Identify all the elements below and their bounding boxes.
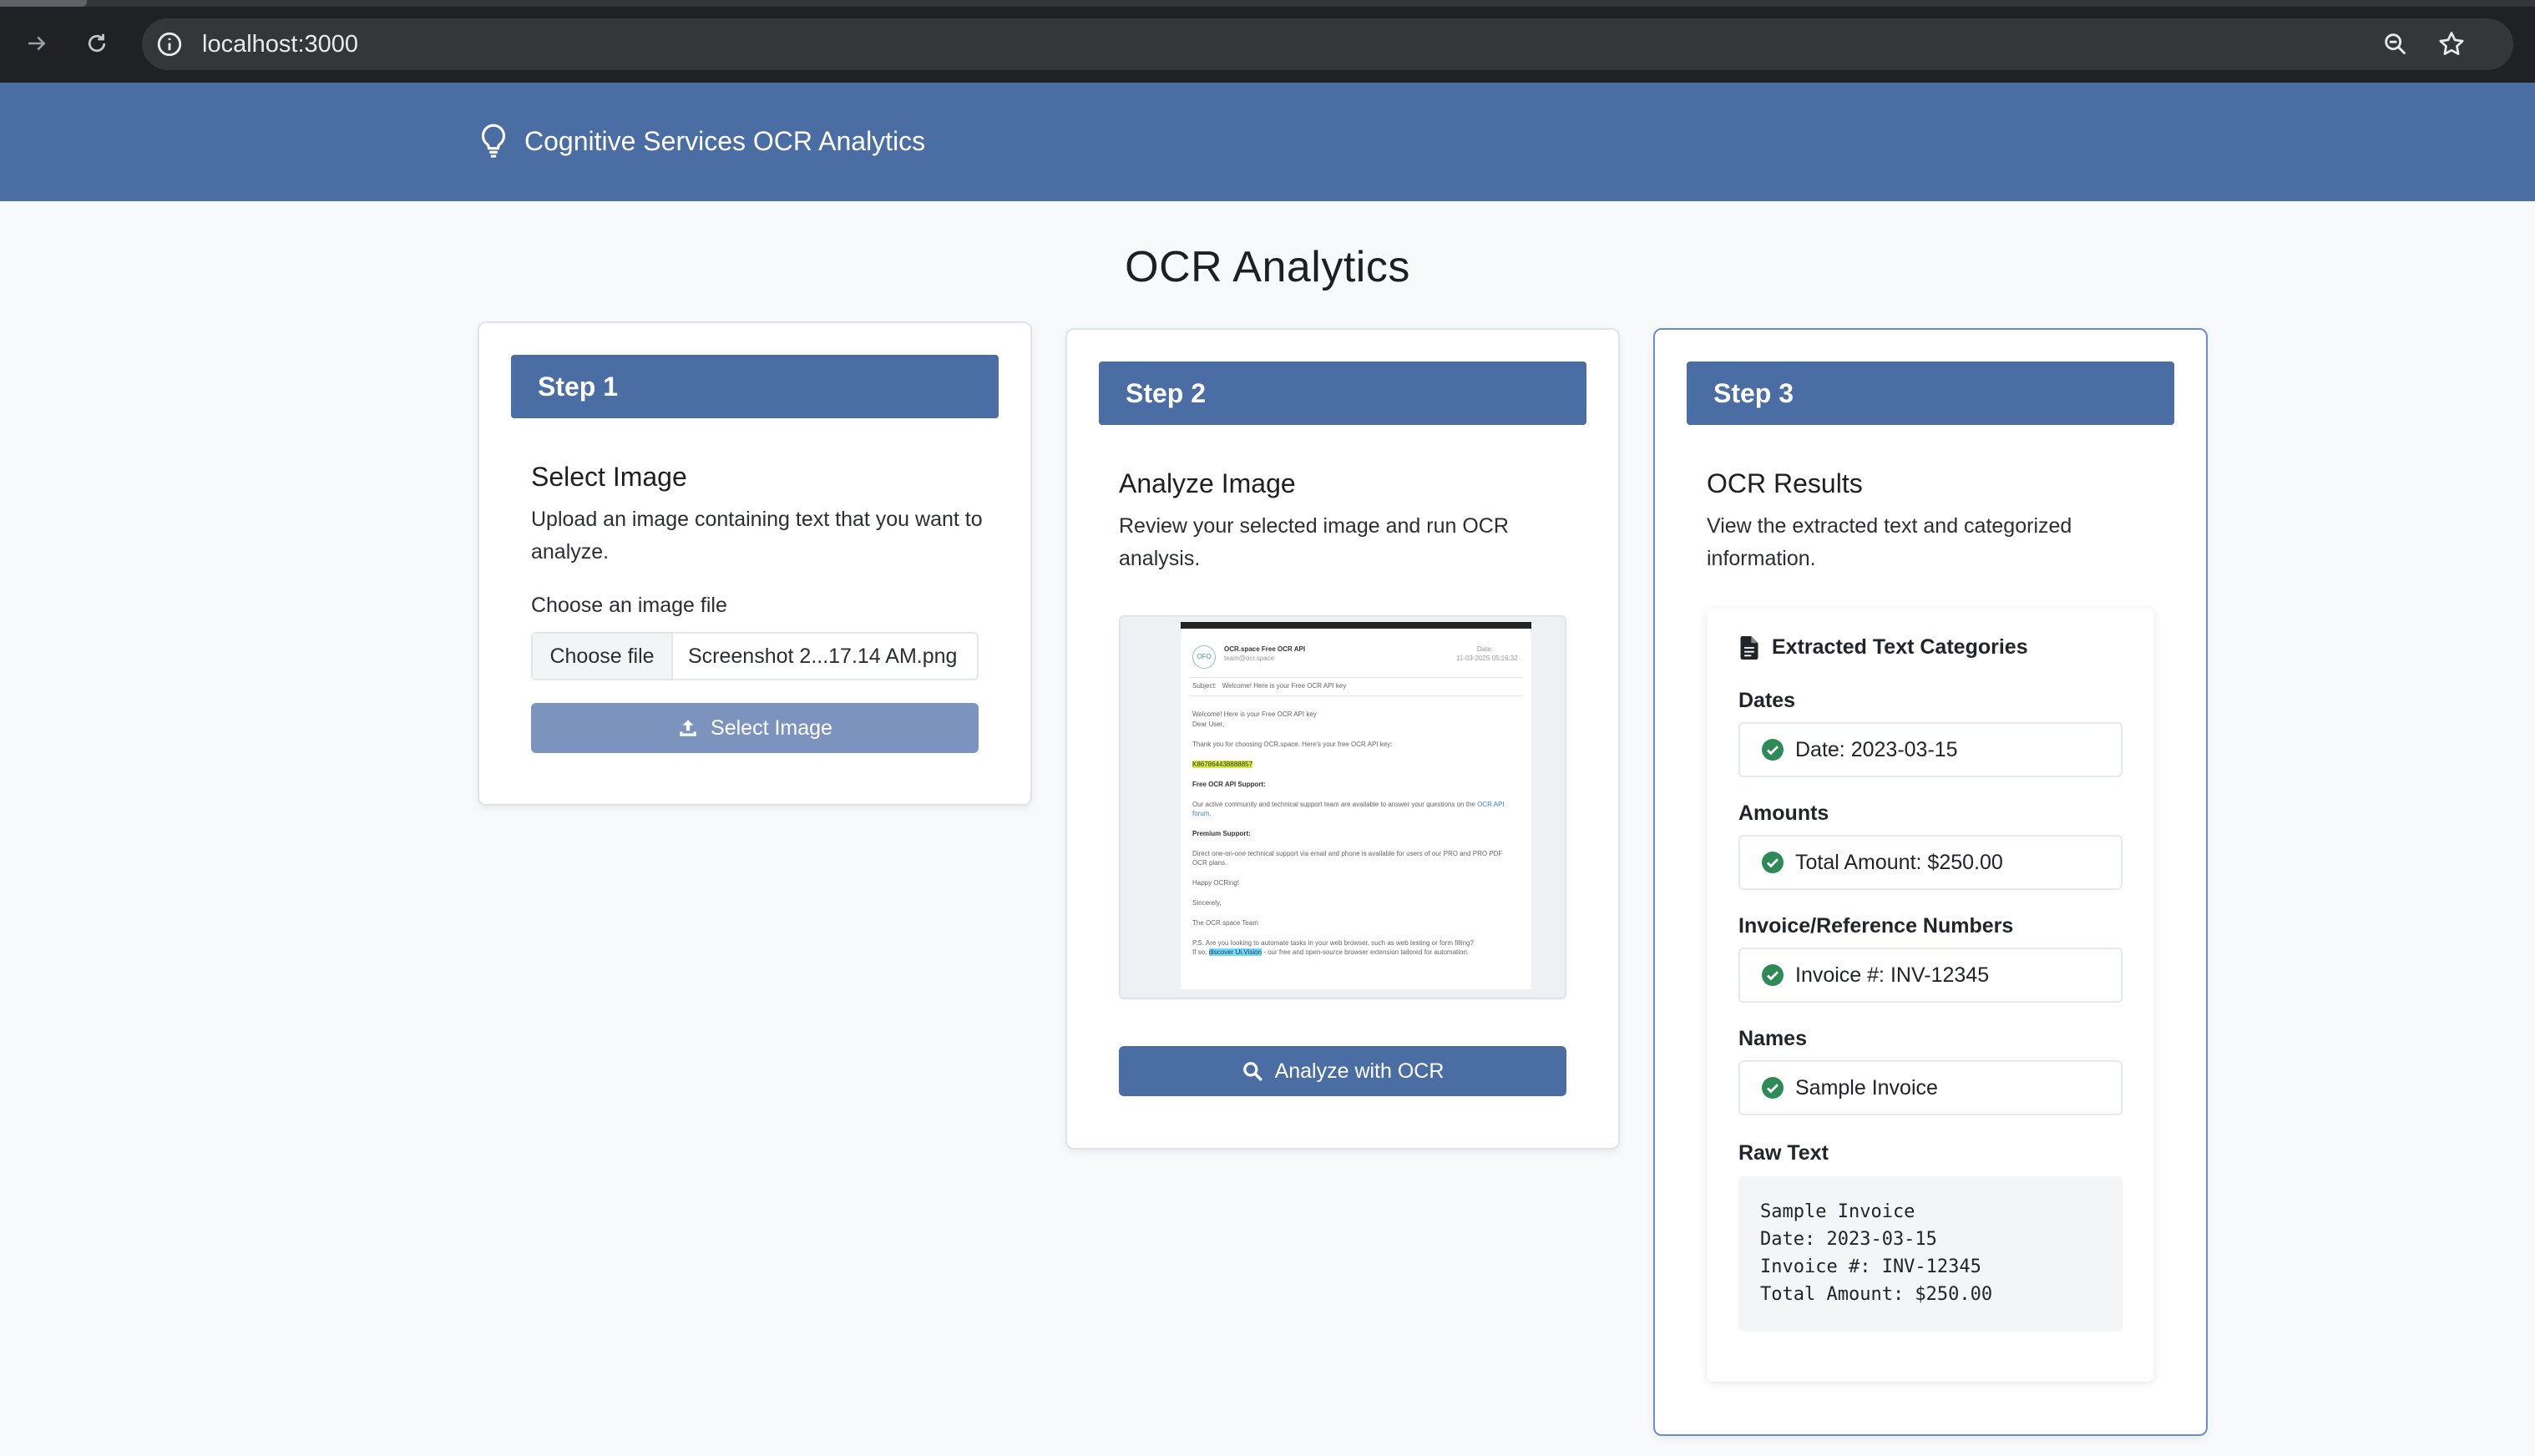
file-name: Screenshot 2...17.14 AM.png [688,645,958,668]
step3-title: OCR Results [1707,468,1863,498]
results-title: Extracted Text Categories [1740,635,2028,660]
step2-card: Step 2 Analyze Image Review your selecte… [1065,328,1620,1150]
choose-file-button[interactable]: Choose file [533,634,673,679]
step2-description: Review your selected image and run OCR a… [1119,514,1509,570]
step2-title: Analyze Image [1119,468,1296,498]
zoom-icon[interactable] [2381,30,2410,58]
bookmark-star-icon[interactable] [2436,29,2467,59]
search-icon [1242,1062,1262,1081]
category-label: Dates [1738,689,1796,712]
analyze-ocr-label: Analyze with OCR [1274,1059,1445,1083]
category-label: Amounts [1738,801,1829,825]
upload-icon [680,720,696,736]
step3-header: Step 3 [1687,361,2174,425]
category-item: Date: 2023-03-15 [1738,722,2123,777]
check-circle-icon [1762,1077,1784,1099]
reload-icon[interactable] [78,25,115,62]
step1-header: Step 1 [511,355,999,418]
step1-description: Upload an image containing text that you… [531,508,983,564]
preview-document: OFO OCR.space Free OCR API team@ocr.spac… [1181,622,1531,989]
results-panel: Extracted Text Categories Dates Date: 20… [1707,609,2154,1382]
category-value: Invoice #: INV-12345 [1795,963,1990,987]
check-circle-icon [1762,852,1784,873]
select-image-label: Select Image [711,715,832,740]
brand-title: Cognitive Services OCR Analytics [524,126,926,156]
forward-icon[interactable] [18,25,55,62]
site-info-icon[interactable] [155,30,184,58]
document-icon [1740,635,1758,660]
step1-card: Step 1 Select Image Upload an image cont… [478,321,1032,806]
category-label: Invoice/Reference Numbers [1738,914,2014,938]
select-image-button[interactable]: Select Image [531,703,979,753]
file-input[interactable]: Choose file Screenshot 2...17.14 AM.png [531,632,979,680]
url-text[interactable]: localhost:3000 [202,30,358,58]
raw-text-block: Sample Invoice Date: 2023-03-15 Invoice … [1738,1176,2123,1332]
results-title-text: Extracted Text Categories [1772,635,2028,659]
step3-description: View the extracted text and categorized … [1707,514,2072,570]
category-item: Sample Invoice [1738,1060,2123,1115]
address-bar[interactable]: localhost:3000 [142,18,2513,70]
tab-strip [0,0,2535,7]
browser-chrome: localhost:3000 [0,0,2535,83]
check-circle-icon [1762,739,1784,761]
step3-card: Step 3 OCR Results View the extracted te… [1653,328,2208,1436]
file-label: Choose an image file [531,594,727,617]
brand[interactable]: Cognitive Services OCR Analytics [478,123,925,159]
raw-text-label: Raw Text [1738,1141,1829,1165]
step1-title: Select Image [531,462,687,492]
category-label: Names [1738,1027,1807,1050]
check-circle-icon [1762,964,1784,986]
analyze-ocr-button[interactable]: Analyze with OCR [1119,1046,1566,1096]
category-value: Sample Invoice [1795,1075,1938,1100]
step2-header: Step 2 [1099,361,1586,425]
lightbulb-icon [481,124,506,158]
page-title: OCR Analytics [1125,243,1410,291]
ocr-logo: OFO [1192,645,1216,669]
active-tab[interactable] [0,0,87,7]
category-value: Date: 2023-03-15 [1795,737,1958,761]
image-preview: OFO OCR.space Free OCR API team@ocr.spac… [1119,615,1566,999]
app-header: Cognitive Services OCR Analytics [0,83,2535,201]
category-value: Total Amount: $250.00 [1795,850,2003,874]
category-item: Invoice #: INV-12345 [1738,948,2123,1003]
category-item: Total Amount: $250.00 [1738,835,2123,890]
